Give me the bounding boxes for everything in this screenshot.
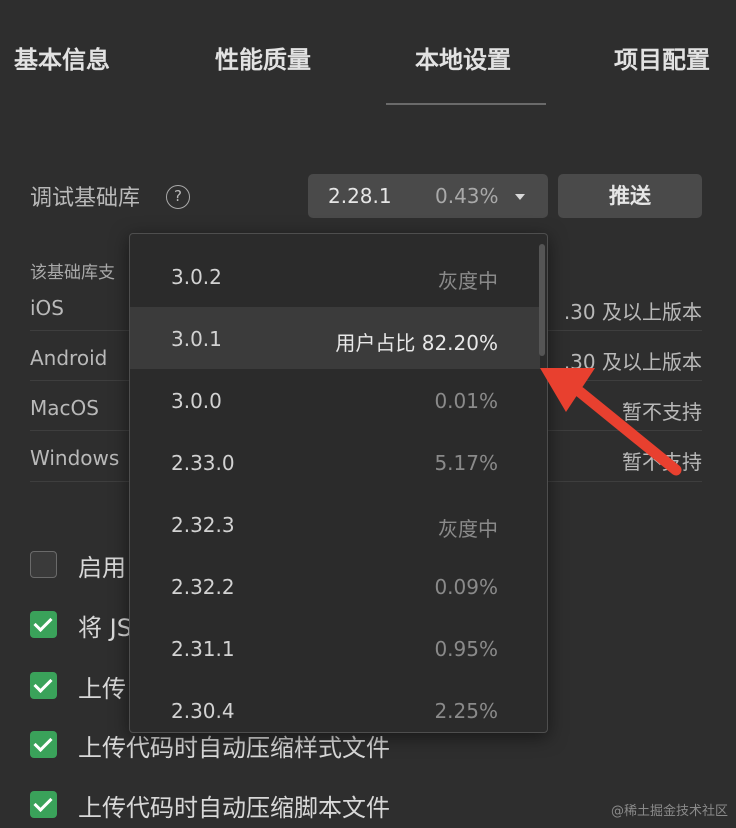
annotation-arrow-icon [540,368,682,476]
watermark: @稀土掘金技术社区 [610,804,728,819]
